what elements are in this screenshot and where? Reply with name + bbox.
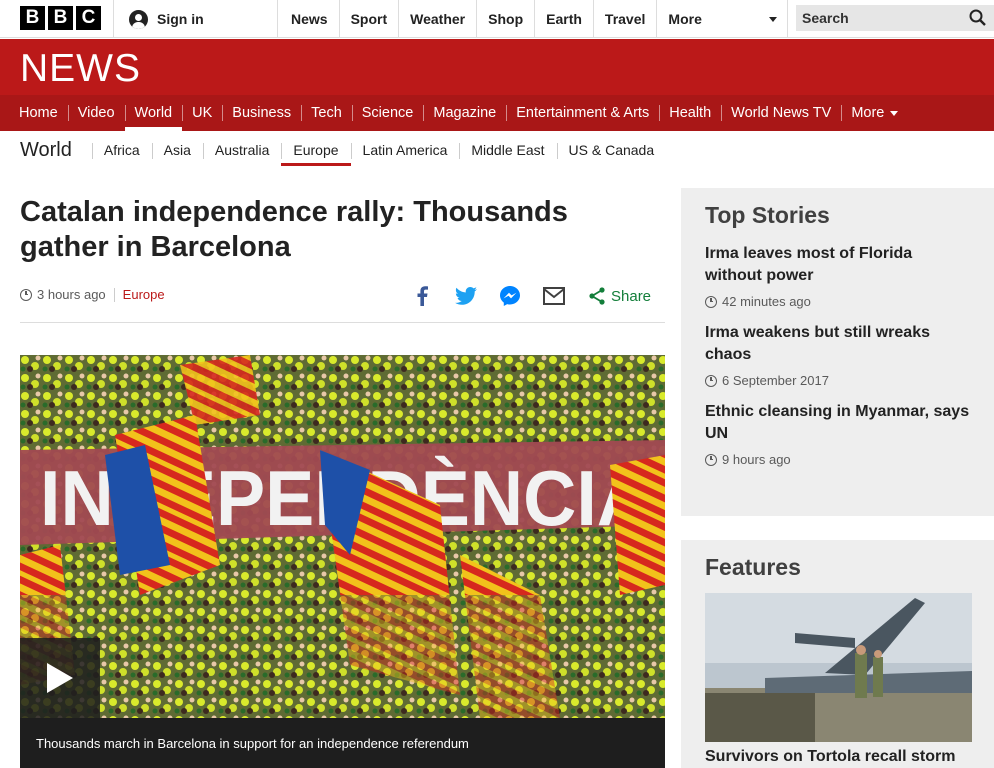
section-nav-entertainment[interactable]: Entertainment & Arts: [506, 95, 659, 131]
global-nav-more-label: More: [668, 11, 702, 27]
global-nav-sport[interactable]: Sport: [340, 0, 400, 38]
top-story-item[interactable]: Irma weakens but still wreaks chaos 6 Se…: [705, 322, 970, 388]
video-still: INDEPENDÈNCIA: [20, 355, 665, 718]
email-icon: [543, 287, 565, 305]
logo-letter: B: [20, 6, 45, 30]
global-nav: News Sport Weather Shop Earth Travel Mor…: [280, 0, 789, 38]
sub-nav-asia[interactable]: Asia: [151, 131, 203, 169]
section-nav-health[interactable]: Health: [659, 95, 721, 131]
sub-nav-us-canada[interactable]: US & Canada: [556, 131, 667, 169]
user-icon: [129, 9, 148, 29]
email-share-button[interactable]: [542, 284, 566, 308]
sub-nav-europe[interactable]: Europe: [281, 131, 351, 169]
sub-nav-latin-america[interactable]: Latin America: [350, 131, 460, 169]
facebook-share-button[interactable]: [410, 284, 434, 308]
twitter-share-button[interactable]: [454, 284, 478, 308]
search-icon[interactable]: [969, 9, 986, 26]
top-story-item[interactable]: Ethnic cleansing in Myanmar, says UN 9 h…: [705, 401, 970, 467]
global-header: B B C Sign in News Sport Weather Shop Ea…: [0, 0, 994, 38]
clock-icon: [20, 288, 32, 301]
global-nav-earth[interactable]: Earth: [535, 0, 594, 38]
section-nav-more-label: More: [851, 105, 885, 121]
global-nav-more[interactable]: More: [657, 0, 789, 38]
feature-image[interactable]: [705, 593, 972, 742]
clock-icon: [705, 295, 717, 308]
sub-nav-africa[interactable]: Africa: [91, 131, 152, 169]
section-nav-more[interactable]: More: [841, 95, 908, 131]
top-story-title[interactable]: Ethnic cleansing in Myanmar, says UN: [705, 401, 970, 445]
share-button[interactable]: Share: [588, 287, 651, 305]
global-nav-travel[interactable]: Travel: [594, 0, 658, 38]
sub-nav-middle-east[interactable]: Middle East: [459, 131, 556, 169]
article-meta: 3 hours ago Europe: [20, 287, 165, 302]
top-story-time: 6 September 2017: [705, 373, 970, 388]
top-story-timestamp: 6 September 2017: [722, 373, 829, 388]
top-stories-title: Top Stories: [705, 202, 830, 228]
features-panel: Features Survivors on Tortola recall sto…: [681, 540, 994, 768]
global-nav-news[interactable]: News: [280, 0, 340, 38]
section-nav-magazine[interactable]: Magazine: [423, 95, 506, 131]
section-nav-video[interactable]: Video: [67, 95, 125, 131]
share-icon: [589, 287, 605, 305]
play-button[interactable]: [20, 638, 100, 718]
video-player[interactable]: INDEPENDÈNCIA: [20, 355, 665, 718]
chevron-down-icon: [890, 110, 899, 116]
top-story-item[interactable]: Irma leaves most of Florida without powe…: [705, 243, 970, 309]
section-nav-uk[interactable]: UK: [182, 95, 222, 131]
top-story-timestamp: 9 hours ago: [722, 452, 791, 467]
section-nav-world[interactable]: World: [124, 95, 183, 131]
top-stories-panel: Top Stories Irma leaves most of Florida …: [681, 188, 994, 516]
world-sub-nav: World Africa Asia Australia Europe Latin…: [0, 131, 994, 169]
play-icon: [47, 663, 73, 693]
feature-photo: [705, 593, 972, 742]
section-title[interactable]: World: [20, 139, 84, 162]
news-logo[interactable]: NEWS: [20, 47, 141, 91]
article-divider: [20, 322, 665, 323]
sign-in-button[interactable]: Sign in: [113, 0, 278, 38]
section-nav-business[interactable]: Business: [222, 95, 301, 131]
facebook-icon: [417, 286, 428, 306]
global-nav-shop[interactable]: Shop: [477, 0, 536, 38]
video-caption: Thousands march in Barcelona in support …: [20, 718, 665, 768]
article-section-link[interactable]: Europe: [123, 287, 165, 302]
section-nav: Home Video World UK Business Tech Scienc…: [0, 95, 994, 131]
top-story-time: 42 minutes ago: [705, 294, 970, 309]
bbc-logo[interactable]: B B C: [20, 6, 101, 30]
search-input[interactable]: Search: [796, 5, 994, 31]
top-story-title[interactable]: Irma leaves most of Florida without powe…: [705, 243, 970, 287]
messenger-share-button[interactable]: [498, 284, 522, 308]
top-story-time: 9 hours ago: [705, 452, 970, 467]
top-story-timestamp: 42 minutes ago: [722, 294, 811, 309]
section-nav-home[interactable]: Home: [9, 95, 68, 131]
article-headline: Catalan independence rally: Thousands ga…: [20, 196, 568, 263]
share-label: Share: [611, 287, 652, 305]
logo-letter: B: [48, 6, 73, 30]
top-story-title[interactable]: Irma weakens but still wreaks chaos: [705, 322, 970, 366]
sub-nav-australia[interactable]: Australia: [202, 131, 281, 169]
section-nav-world-news-tv[interactable]: World News TV: [721, 95, 841, 131]
clock-icon: [705, 374, 717, 387]
section-nav-science[interactable]: Science: [351, 95, 424, 131]
global-nav-weather[interactable]: Weather: [399, 0, 478, 38]
share-tools: Share: [410, 284, 655, 308]
chevron-down-icon: [769, 16, 778, 22]
features-title: Features: [705, 554, 801, 580]
news-banner: NEWS: [0, 39, 994, 95]
search-label: Search: [802, 10, 849, 26]
section-nav-tech[interactable]: Tech: [301, 95, 352, 131]
article-timestamp: 3 hours ago: [37, 287, 106, 302]
sign-in-label: Sign in: [157, 11, 204, 27]
messenger-icon: [500, 286, 520, 306]
logo-letter: C: [76, 6, 101, 30]
feature-title[interactable]: Survivors on Tortola recall storm: [705, 748, 970, 766]
twitter-icon: [455, 287, 477, 305]
clock-icon: [705, 453, 717, 466]
meta-divider: [113, 287, 115, 302]
